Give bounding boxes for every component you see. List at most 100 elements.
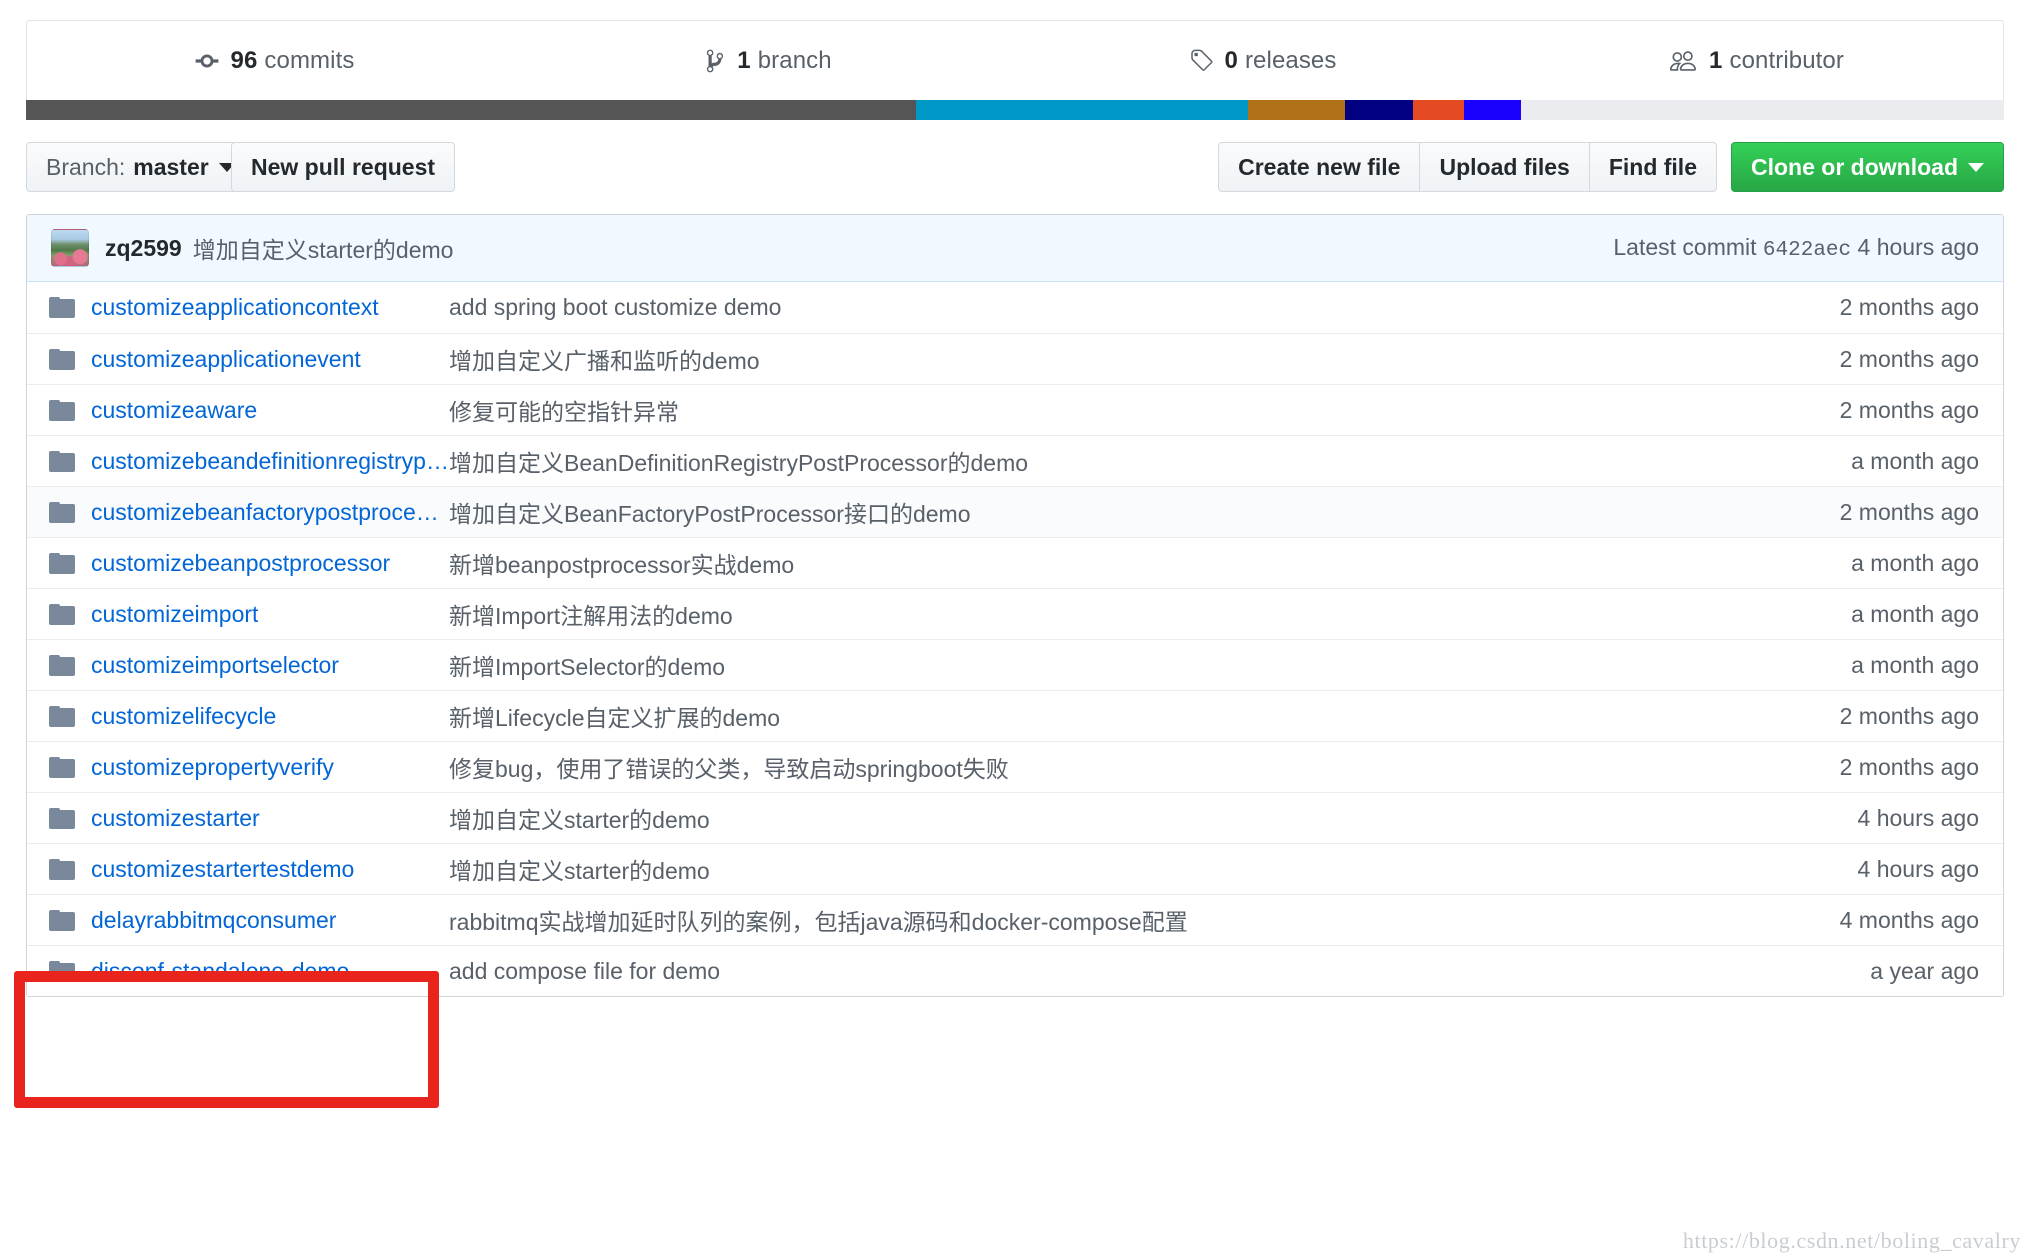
toolbar-right-group: Create new file Upload files Find file C…: [1218, 142, 2004, 192]
file-name-link[interactable]: customizeaware: [91, 397, 257, 424]
commit-age-cell: a month ago: [1851, 652, 1979, 679]
table-row: customizebeanpostprocessor 新增beanpostproc…: [27, 537, 2003, 588]
folder-icon: [49, 604, 75, 625]
latest-commit-label: Latest commit: [1613, 234, 1756, 260]
chevron-down-icon: [1968, 163, 1984, 172]
file-name-link[interactable]: delayrabbitmqconsumer: [91, 907, 336, 934]
file-name-link[interactable]: customizebeanfactorypostprocessor: [91, 499, 449, 526]
commit-age-cell: a month ago: [1851, 448, 1979, 475]
language-segment-0: [26, 100, 916, 120]
watermark-text: https://blog.csdn.net/boling_cavalry: [1683, 1228, 2021, 1254]
commits-summary[interactable]: 96 commits: [27, 47, 521, 75]
commit-sha[interactable]: 6422aec: [1763, 239, 1851, 262]
commit-age-cell: a month ago: [1851, 601, 1979, 628]
commit-message-cell[interactable]: 新增ImportSelector的demo: [449, 648, 1851, 682]
commit-message-cell[interactable]: 增加自定义BeanDefinitionRegistryPostProcessor…: [449, 444, 1851, 478]
branch-prefix-label: Branch:: [46, 156, 125, 179]
file-name-cell: customizeapplicationcontext: [49, 294, 449, 321]
language-segment-4: [1413, 100, 1464, 120]
commit-message-cell[interactable]: 增加自定义starter的demo: [449, 852, 1858, 886]
releases-label: releases: [1245, 47, 1337, 75]
commit-message-cell[interactable]: 修复可能的空指针异常: [449, 393, 1840, 427]
commit-message-cell[interactable]: 增加自定义广播和监听的demo: [449, 342, 1840, 376]
folder-icon: [49, 349, 75, 370]
find-file-button[interactable]: Find file: [1589, 142, 1717, 192]
table-row: customizestarter 增加自定义starter的demo4 hours…: [27, 792, 2003, 843]
clone-or-download-label: Clone or download: [1751, 156, 1958, 179]
commit-age-cell: 4 hours ago: [1858, 856, 1979, 883]
branch-selector-button[interactable]: Branch: master: [26, 142, 255, 192]
file-name-link[interactable]: customizeapplicationevent: [91, 346, 361, 373]
language-segment-1: [916, 100, 1248, 120]
folder-icon: [49, 910, 75, 931]
branches-summary[interactable]: 1 branch: [521, 47, 1015, 75]
tag-icon: [1188, 48, 1214, 74]
folder-icon: [49, 502, 75, 523]
commit-message-cell[interactable]: 新增Import注解用法的demo: [449, 597, 1851, 631]
folder-icon: [49, 706, 75, 727]
file-name-link[interactable]: customizestarter: [91, 805, 260, 832]
folder-icon: [49, 297, 75, 318]
file-name-link[interactable]: customizepropertyverify: [91, 754, 334, 781]
commit-icon: [194, 48, 220, 74]
file-name-link[interactable]: customizebeandefinitionregistrypos…: [91, 448, 449, 475]
file-name-cell: customizelifecycle: [49, 703, 449, 730]
file-name-link[interactable]: customizestartertestdemo: [91, 856, 354, 883]
commit-message-cell[interactable]: 增加自定义BeanFactoryPostProcessor接口的demo: [449, 495, 1840, 529]
table-row: customizeimport 新增Import注解用法的demoa month …: [27, 588, 2003, 639]
file-name-cell: customizepropertyverify: [49, 754, 449, 781]
commit-message-cell[interactable]: rabbitmq实战增加延时队列的案例，包括java源码和docker-comp…: [449, 903, 1840, 937]
file-name-cell: customizestartertestdemo: [49, 856, 449, 883]
commit-message-cell[interactable]: 新增beanpostprocessor实战demo: [449, 546, 1851, 580]
new-pull-request-button[interactable]: New pull request: [231, 142, 455, 192]
latest-commit-info: Latest commit 6422aec 4 hours ago: [1613, 234, 1979, 262]
file-name-link[interactable]: customizebeanpostprocessor: [91, 550, 390, 577]
file-name-link[interactable]: customizeimportselector: [91, 652, 339, 679]
avatar[interactable]: [51, 229, 89, 267]
file-name-link[interactable]: customizeapplicationcontext: [91, 294, 379, 321]
folder-icon: [49, 757, 75, 778]
file-name-link[interactable]: customizeimport: [91, 601, 258, 628]
file-actions-group: Create new file Upload files Find file: [1218, 142, 1717, 192]
commit-message[interactable]: 增加自定义starter的demo: [193, 231, 454, 265]
table-row: customizeimportselector 新增ImportSelector的…: [27, 639, 2003, 690]
commit-age-cell: a month ago: [1851, 550, 1979, 577]
commit-age-cell: 4 hours ago: [1858, 805, 1979, 832]
contributors-summary[interactable]: 1 contributor: [1509, 47, 2003, 75]
commit-age-cell: 2 months ago: [1840, 397, 1979, 424]
language-color-bar: [26, 100, 2004, 120]
table-row: customizebeanfactorypostprocessor增加自定义Be…: [27, 486, 2003, 537]
contributors-label: contributor: [1729, 47, 1844, 75]
commit-message-cell[interactable]: 新增Lifecycle自定义扩展的demo: [449, 699, 1840, 733]
commit-message-cell[interactable]: add spring boot customize demo: [449, 294, 1840, 321]
commit-age-cell: a year ago: [1870, 958, 1979, 985]
file-name-link[interactable]: disconf-standalone-demo: [91, 958, 349, 985]
branches-label: branch: [758, 47, 832, 75]
table-row: customizeaware 修复可能的空指针异常2 months ago: [27, 384, 2003, 435]
folder-icon: [49, 808, 75, 829]
file-name-cell: customizestarter: [49, 805, 449, 832]
commit-message-cell[interactable]: 修复bug，使用了错误的父类，导致启动springboot失败: [449, 750, 1840, 784]
commit-age-cell: 2 months ago: [1840, 499, 1979, 526]
file-listing: zq2599 增加自定义starter的demo Latest commit 6…: [26, 214, 2004, 997]
commit-message-cell[interactable]: 增加自定义starter的demo: [449, 801, 1858, 835]
file-name-cell: disconf-standalone-demo: [49, 958, 449, 985]
create-new-file-button[interactable]: Create new file: [1218, 142, 1419, 192]
commit-author[interactable]: zq2599: [105, 235, 182, 262]
commit-age-cell: 2 months ago: [1840, 754, 1979, 781]
file-name-link[interactable]: customizelifecycle: [91, 703, 276, 730]
table-row: customizepropertyverify 修复bug，使用了错误的父类，导致…: [27, 741, 2003, 792]
table-row: delayrabbitmqconsumer rabbitmq实战增加延时队列的案例…: [27, 894, 2003, 945]
folder-icon: [49, 961, 75, 982]
file-name-cell: customizeapplicationevent: [49, 346, 449, 373]
table-row: customizeapplicationevent 增加自定义广播和监听的demo…: [27, 333, 2003, 384]
table-row: customizestartertestdemo 增加自定义starter的dem…: [27, 843, 2003, 894]
upload-files-button[interactable]: Upload files: [1419, 142, 1588, 192]
releases-summary[interactable]: 0 releases: [1015, 47, 1509, 75]
commit-age-cell: 4 months ago: [1840, 907, 1979, 934]
commit-message-cell[interactable]: add compose file for demo: [449, 958, 1870, 985]
file-name-cell: customizeimportselector: [49, 652, 449, 679]
branch-name-label: master: [133, 156, 208, 179]
releases-count: 0: [1225, 47, 1238, 75]
clone-or-download-button[interactable]: Clone or download: [1731, 142, 2004, 192]
